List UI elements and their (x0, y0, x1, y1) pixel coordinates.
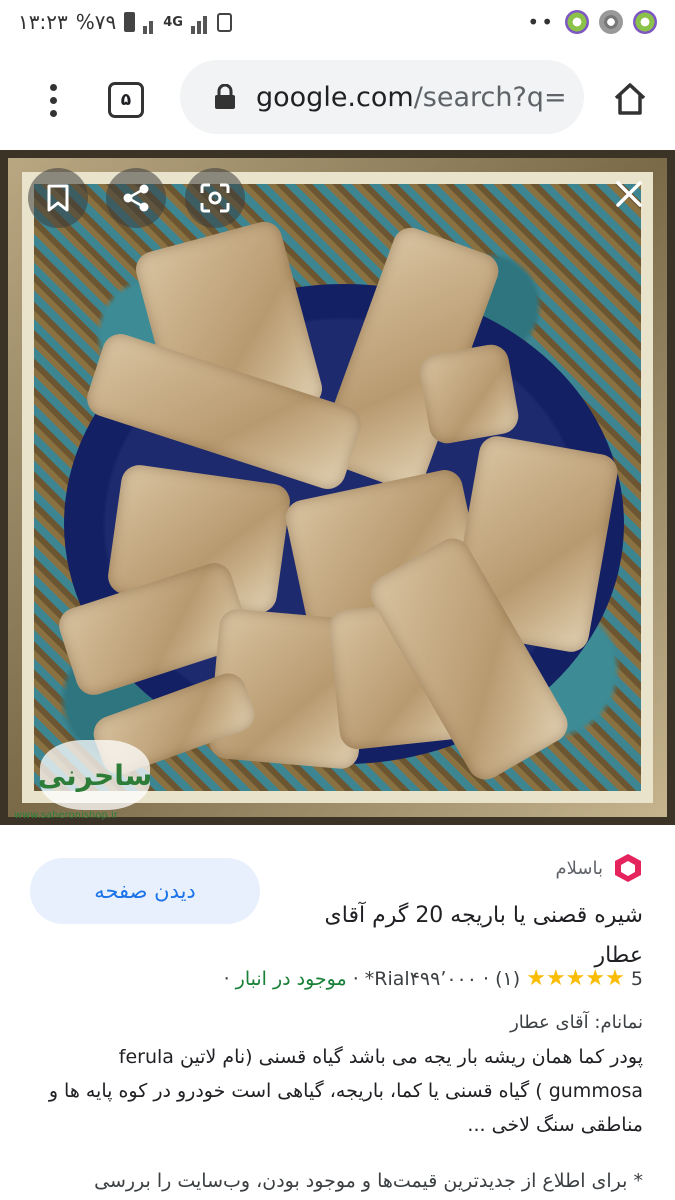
separator: · (352, 968, 359, 990)
save-button[interactable] (28, 168, 88, 228)
rating-stars: ★★★★★ (526, 966, 625, 991)
result-title[interactable]: شیره قصنی یا باریجه 20 گرم آقای عطار (283, 896, 643, 976)
root-piece (416, 341, 522, 447)
status-left: ۱۳:۲۳ %۷۹ 4G (18, 10, 232, 34)
lens-button[interactable] (185, 168, 245, 228)
result-source[interactable]: باسلام (556, 852, 643, 884)
home-icon[interactable] (610, 79, 650, 119)
status-bar: ۱۳:۲۳ %۷۹ 4G •• (0, 0, 675, 44)
menu-kebab-icon[interactable] (38, 83, 68, 117)
source-name: باسلام (555, 857, 603, 879)
review-count: (۱) (495, 968, 521, 990)
signal-icon-2 (190, 10, 209, 34)
watermark-logo: ساحرنی (38, 740, 152, 810)
status-right: •• (527, 10, 657, 34)
share-icon (123, 184, 149, 212)
view-page-button[interactable]: دیدن صفحه (30, 858, 260, 924)
network-type: 4G (163, 14, 183, 30)
result-details: دیدن صفحه باسلام شیره قصنی یا باریجه 20 … (0, 826, 675, 1200)
bookmark-icon (47, 184, 69, 212)
share-button[interactable] (106, 168, 166, 228)
clock: ۱۳:۲۳ (18, 10, 68, 34)
tab-switcher-button[interactable]: ۵ (108, 82, 144, 118)
address-bar[interactable]: google.com/search?q= (180, 60, 584, 134)
watermark-url: www.saheronishop.ir (14, 810, 118, 821)
app-notification-icon (565, 10, 589, 34)
separator: · (483, 968, 490, 990)
rating-value: 5 (630, 968, 643, 990)
url-text[interactable]: google.com/search?q= (256, 82, 567, 113)
browser-toolbar: ۵ google.com/search?q= (0, 52, 675, 148)
lens-icon (200, 183, 230, 213)
image-preview[interactable]: ساحرنی www.saheronishop.ir (0, 150, 675, 825)
product-photo (34, 184, 641, 791)
more-dots: •• (527, 10, 555, 34)
separator: · (223, 968, 230, 990)
source-logo-icon (613, 852, 643, 884)
result-description: پودر کما همان ریشه بار یجه می باشد گیاه … (48, 1046, 643, 1136)
battery-icon (124, 12, 136, 32)
brand-line: نمانام: آقای عطار (510, 1012, 643, 1033)
close-icon[interactable] (611, 176, 647, 212)
url-path: /search?q= (413, 81, 567, 113)
app-notification-icon-2 (633, 10, 657, 34)
url-host: google.com (256, 81, 414, 113)
result-meta: 5 ★★★★★ (۱) · Rial۴۹۹٬۰۰۰* · موجود در ان… (23, 966, 643, 991)
battery-level: %۷۹ (75, 10, 117, 34)
price: Rial۴۹۹٬۰۰۰* (364, 968, 477, 990)
availability: موجود در انبار (235, 968, 347, 990)
sim-icon (216, 12, 232, 32)
price-disclaimer: * برای اطلاع از جدیدترین قیمت‌ها و موجود… (94, 1170, 643, 1192)
chrome-icon (599, 10, 623, 34)
lock-icon (214, 83, 236, 110)
signal-icon (143, 10, 155, 34)
